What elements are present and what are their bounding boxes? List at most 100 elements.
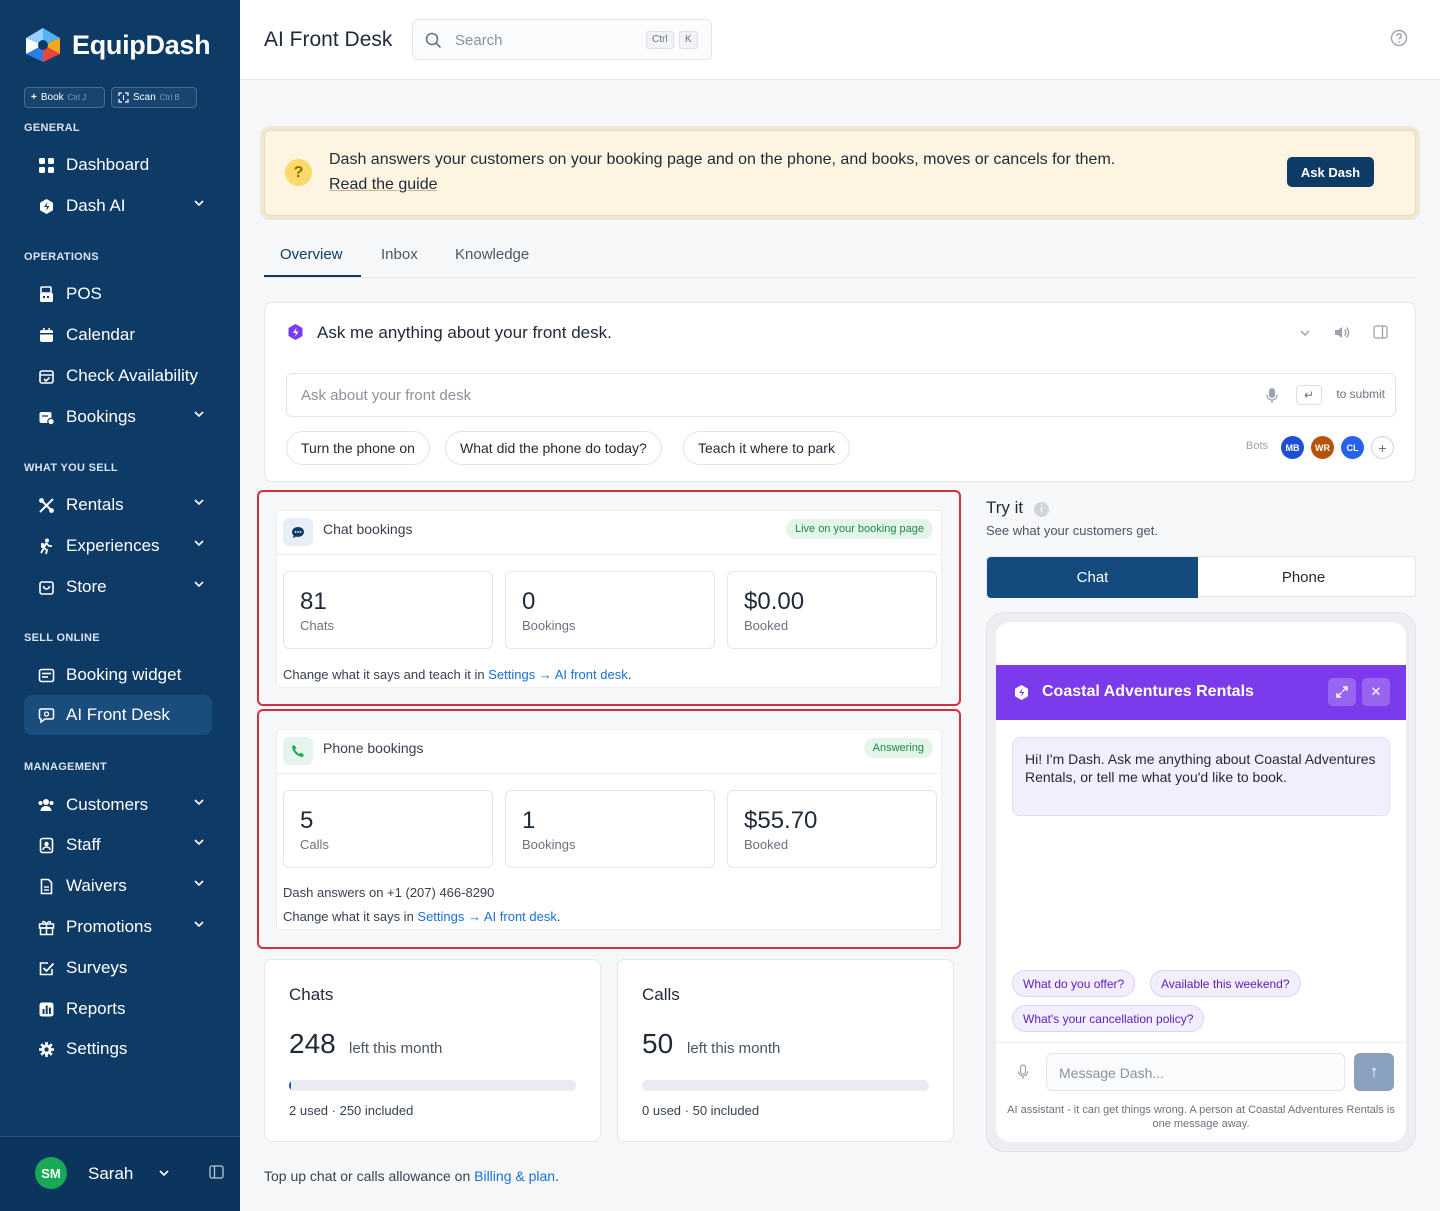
expand-icon[interactable] <box>1328 678 1356 706</box>
sidebar-item-label: Dashboard <box>66 155 150 174</box>
message-input[interactable]: Message Dash... <box>1046 1053 1345 1091</box>
stat-value: 81 <box>300 588 327 615</box>
stat-booked: $0.00 Booked <box>727 571 937 649</box>
sidebar-item-rentals[interactable]: Rentals <box>24 485 212 525</box>
search-placeholder: Search <box>455 32 503 49</box>
sidebar-item-surveys[interactable]: Surveys <box>24 948 212 988</box>
sidebar-item-pos[interactable]: POS <box>24 274 212 314</box>
tab-overview[interactable]: Overview <box>280 246 343 263</box>
phone-icon <box>283 737 313 765</box>
suggestion-chip[interactable]: What do you offer? <box>1012 970 1136 997</box>
phone-settings-note: Change what it says in Settings → AI fro… <box>283 909 561 924</box>
chevron-down-icon[interactable] <box>1298 326 1312 340</box>
ai-disclaimer: AI assistant - it can get things wrong. … <box>1007 1104 1395 1130</box>
phone-number-line: Dash answers on +1 (207) 466-8290 <box>283 885 495 900</box>
ask-dash-button[interactable]: Ask Dash <box>1287 157 1374 187</box>
sidebar-collapse-icon[interactable] <box>209 1165 224 1179</box>
sidebar-item-promotions[interactable]: Promotions <box>24 907 212 947</box>
stat-bookings: 1 Bookings <box>505 790 715 868</box>
bookings-icon <box>36 407 56 427</box>
submit-hint: to submit <box>1336 387 1385 401</box>
quick-book-button[interactable]: + Book Ctrl J <box>24 87 105 108</box>
sidebar-item-dashboard[interactable]: Dashboard <box>24 145 212 185</box>
sidebar-item-reports[interactable]: Reports <box>24 989 212 1029</box>
grid-icon <box>36 155 56 175</box>
sidebar-item-label: Rentals <box>66 495 124 514</box>
suggestion-chip[interactable]: Teach it where to park <box>683 431 850 465</box>
mode-phone-button[interactable]: Phone <box>1198 557 1409 598</box>
sidebar-item-check-availability[interactable]: Check Availability <box>24 356 212 396</box>
sidebar-item-label: Check Availability <box>66 366 198 385</box>
close-icon[interactable]: ✕ <box>1362 678 1390 706</box>
topup-note: Top up chat or calls allowance on Billin… <box>264 1168 559 1184</box>
stat-value: $55.70 <box>744 807 818 834</box>
sidebar-item-label: POS <box>66 284 102 303</box>
quick-scan-button[interactable]: Scan Ctrl B <box>111 87 197 108</box>
read-guide-link[interactable]: Read the guide <box>329 176 438 194</box>
sidebar-item-label: Reports <box>66 999 126 1018</box>
add-bot-button[interactable]: + <box>1371 436 1394 459</box>
note-suffix: . <box>627 667 632 682</box>
user-menu[interactable]: SM Sarah <box>0 1136 240 1211</box>
document-icon <box>36 876 56 896</box>
microphone-icon[interactable] <box>1266 387 1278 404</box>
suggestion-chip[interactable]: What's your cancellation policy? <box>1012 1005 1205 1032</box>
tab-inbox[interactable]: Inbox <box>381 246 418 263</box>
chevron-down-icon <box>194 880 204 887</box>
badge-icon <box>36 835 56 855</box>
usage-footer: 2 used · 250 included <box>289 1103 414 1118</box>
sidebar-item-bookings[interactable]: Bookings <box>24 397 212 437</box>
calls-usage-card: Calls 50 left this month 0 used · 50 inc… <box>617 959 954 1142</box>
enter-key-icon: ↵ <box>1296 385 1322 405</box>
help-icon[interactable] <box>1390 29 1408 47</box>
sidebar-item-dash-ai[interactable]: Dash AI <box>24 186 212 226</box>
dash-ai-icon <box>1015 685 1028 700</box>
sidebar-item-customers[interactable]: Customers <box>24 785 212 825</box>
active-tab-indicator <box>264 275 361 277</box>
suggestion-chip[interactable]: What did the phone do today? <box>445 431 662 465</box>
section-sell-online: SELL ONLINE <box>24 632 100 644</box>
chat-bubble-icon <box>283 518 313 546</box>
sidebar-item-label: Settings <box>66 1039 128 1058</box>
mode-chat-button[interactable]: Chat <box>987 557 1198 598</box>
send-button[interactable]: ↑ <box>1354 1053 1394 1091</box>
suggestion-chip[interactable]: Available this weekend? <box>1150 970 1301 997</box>
search-input[interactable]: Search Ctrl K <box>412 19 712 60</box>
ask-placeholder: Ask about your front desk <box>301 387 472 404</box>
panel-toggle-icon[interactable] <box>1373 325 1388 339</box>
bot-avatar-wr[interactable]: WR <box>1311 436 1334 459</box>
widget-icon <box>36 665 56 685</box>
note-text: Change what it says and teach it in <box>283 667 489 682</box>
sidebar-item-booking-widget[interactable]: Booking widget <box>24 655 212 695</box>
sidebar-item-calendar[interactable]: Calendar <box>24 315 212 355</box>
chart-icon <box>36 999 56 1019</box>
microphone-icon[interactable] <box>1017 1064 1029 1080</box>
bag-icon <box>36 577 56 597</box>
settings-link[interactable]: Settings → AI front desk <box>417 909 556 924</box>
billing-link[interactable]: Billing & plan <box>474 1168 555 1184</box>
suggestion-chip[interactable]: Turn the phone on <box>286 431 430 465</box>
section-operations: OPERATIONS <box>24 251 99 263</box>
top-header: AI Front Desk Search Ctrl K <box>240 0 1440 80</box>
sidebar-item-waivers[interactable]: Waivers <box>24 866 212 906</box>
stat-bookings: 0 Bookings <box>505 571 715 649</box>
sidebar-item-store[interactable]: Store <box>24 567 212 607</box>
info-icon[interactable]: i <box>1033 502 1049 517</box>
ask-card: Ask me anything about your front desk. A… <box>264 302 1416 482</box>
brand-logo[interactable]: EquipDash <box>24 26 211 64</box>
speaker-icon[interactable] <box>1333 324 1351 341</box>
sidebar-item-ai-front-desk[interactable]: AI Front Desk <box>24 695 212 735</box>
sidebar-item-settings[interactable]: Settings <box>24 1029 212 1069</box>
chevron-down-icon <box>194 839 204 846</box>
sidebar-item-experiences[interactable]: Experiences <box>24 526 212 566</box>
gear-icon <box>36 1039 56 1059</box>
chevron-down-icon <box>194 799 204 806</box>
sidebar-item-label: AI Front Desk <box>66 705 170 724</box>
sidebar-item-staff[interactable]: Staff <box>24 825 212 865</box>
bot-avatar-mb[interactable]: MB <box>1281 436 1304 459</box>
ask-input[interactable]: Ask about your front desk ↵ to submit <box>286 373 1396 417</box>
bot-avatar-cl[interactable]: CL <box>1341 436 1364 459</box>
sidebar-item-label: Store <box>66 577 107 596</box>
settings-link[interactable]: Settings → AI front desk <box>488 667 627 682</box>
tab-knowledge[interactable]: Knowledge <box>455 246 529 263</box>
